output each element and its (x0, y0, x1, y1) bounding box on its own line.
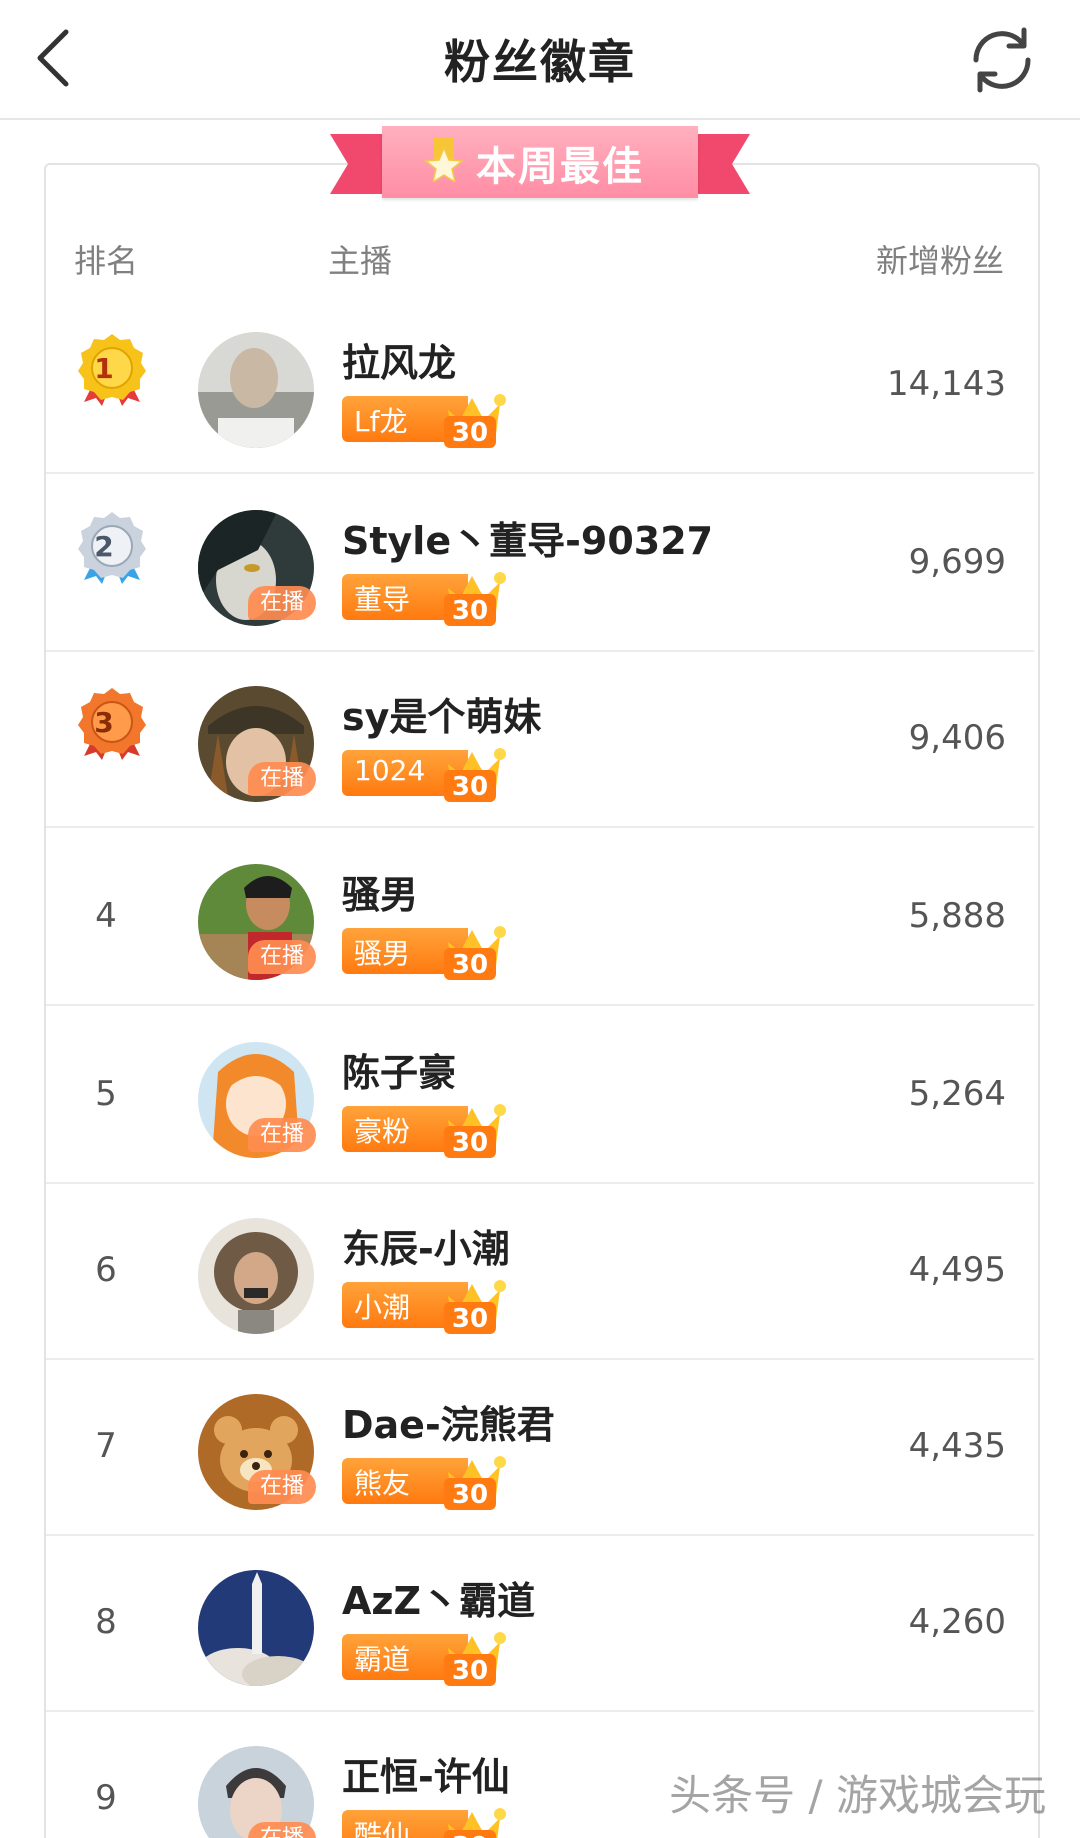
fan-badge-label: 豪粉 (354, 1115, 411, 1148)
level-number: 30 (452, 1304, 488, 1334)
live-tag: 在播 (248, 762, 316, 796)
fan-badge-label: 1024 (354, 754, 426, 787)
column-header-rank: 排名 (74, 242, 139, 280)
new-fans-count: 9,406 (908, 718, 1006, 758)
new-fans-count: 14,143 (887, 364, 1006, 404)
fan-badge-page: 粉丝徽章 本周最佳 排名 主播 新增粉丝 1 拉风龙 Lf龙 30 14,143… (0, 0, 1080, 1838)
new-fans-count: 9,699 (908, 542, 1006, 582)
avatar[interactable] (198, 1570, 314, 1686)
live-tag: 在播 (248, 1118, 316, 1152)
live-tag: 在播 (248, 586, 316, 620)
top-bar: 粉丝徽章 (0, 0, 1080, 120)
new-fans-count: 5,888 (908, 896, 1006, 936)
fan-badge: 熊友 30 (342, 1452, 512, 1510)
live-tag: 在播 (248, 940, 316, 974)
new-fans-count: 4,495 (908, 1250, 1006, 1290)
weekly-best-ribbon: 本周最佳 (330, 122, 750, 202)
fan-badge: 1024 30 (342, 744, 512, 802)
star-icon (424, 138, 464, 182)
ribbon-tail-right (698, 134, 750, 194)
ranking-row-7[interactable]: 7 在播 Dae-浣熊君 熊友 30 4,435 (46, 1358, 1034, 1536)
rank-number: 5 (95, 1074, 117, 1114)
fan-badge-label: 酷仙 (354, 1819, 411, 1838)
rank-number: 2 (94, 530, 114, 563)
fan-badge: Lf龙 30 (342, 390, 512, 448)
new-fans-count: 4,435 (908, 1426, 1006, 1466)
level-crown-icon: 30 (444, 1280, 506, 1334)
anchor-name: sy是个萌妹 (342, 695, 542, 739)
anchor-name: 拉风龙 (342, 341, 457, 385)
live-tag: 在播 (248, 1470, 316, 1504)
fan-badge: 小潮 30 (342, 1276, 512, 1334)
level-number: 30 (452, 1832, 488, 1838)
column-header-anchor: 主播 (328, 242, 393, 280)
anchor-name: 陈子豪 (342, 1051, 457, 1095)
rank-number: 8 (95, 1602, 117, 1642)
anchor-name: Dae-浣熊君 (342, 1403, 555, 1447)
ranking-row-8[interactable]: 8 AzZ丶霸道 霸道 30 4,260 (46, 1534, 1034, 1712)
fan-badge-label: 霸道 (354, 1643, 411, 1676)
avatar[interactable] (198, 332, 314, 448)
anchor-name: 正恒-许仙 (342, 1755, 510, 1799)
fan-badge-label: 骚男 (354, 937, 411, 970)
level-number: 30 (452, 1128, 488, 1158)
level-crown-icon: 30 (444, 1808, 506, 1838)
ribbon-tail-left (330, 134, 382, 194)
live-tag: 在播 (248, 1822, 316, 1838)
ranking-row-4[interactable]: 4 在播 骚男 骚男 30 5,888 (46, 828, 1034, 1006)
fan-badge: 骚男 30 (342, 922, 512, 980)
new-fans-count: 5,264 (908, 1074, 1006, 1114)
fan-badge-label: 熊友 (354, 1467, 411, 1500)
level-number: 30 (452, 596, 488, 626)
anchor-name: 骚男 (342, 873, 419, 917)
level-crown-icon: 30 (444, 748, 506, 802)
ranking-row-2[interactable]: 2 在播 Style丶董导-90327 董导 30 9,699 (46, 474, 1034, 652)
avatar[interactable] (198, 1218, 314, 1334)
level-crown-icon: 30 (444, 1456, 506, 1510)
level-number: 30 (452, 772, 488, 802)
rank-number: 3 (94, 706, 114, 739)
anchor-name: Style丶董导-90327 (342, 519, 714, 563)
rank-number: 4 (95, 896, 117, 936)
avatar-image (198, 332, 314, 448)
avatar-image (198, 1218, 314, 1334)
fan-badge-label: 小潮 (354, 1291, 411, 1324)
ribbon-label: 本周最佳 (476, 144, 644, 190)
rank-number: 9 (95, 1778, 117, 1818)
level-number: 30 (452, 1480, 488, 1510)
watermark-text: 头条号 / 游戏城会玩 (669, 1771, 1046, 1820)
level-number: 30 (452, 950, 488, 980)
page-title: 粉丝徽章 (444, 35, 636, 89)
ranking-row-3[interactable]: 3 在播 sy是个萌妹 1024 30 9,406 (46, 650, 1034, 828)
fan-badge: 酷仙 30 (342, 1804, 512, 1838)
level-number: 30 (452, 418, 488, 448)
rank-number: 6 (95, 1250, 117, 1290)
ranking-row-5[interactable]: 5 在播 陈子豪 豪粉 30 5,264 (46, 1006, 1034, 1184)
fan-badge: 董导 30 (342, 568, 512, 626)
anchor-name: 东辰-小潮 (342, 1227, 510, 1271)
avatar-image (198, 1570, 314, 1686)
level-crown-icon: 30 (444, 1632, 506, 1686)
ranking-row-6[interactable]: 6 东辰-小潮 小潮 30 4,495 (46, 1182, 1034, 1360)
column-header-new-fans: 新增粉丝 (875, 242, 1004, 280)
new-fans-count: 4,260 (908, 1602, 1006, 1642)
fan-badge: 豪粉 30 (342, 1100, 512, 1158)
rank-number: 7 (95, 1426, 117, 1466)
level-crown-icon: 30 (444, 572, 506, 626)
ranking-row-1[interactable]: 1 拉风龙 Lf龙 30 14,143 (46, 296, 1034, 474)
anchor-name: AzZ丶霸道 (342, 1579, 536, 1623)
level-crown-icon: 30 (444, 1104, 506, 1158)
refresh-button[interactable] (962, 20, 1042, 100)
fan-badge-label: 董导 (354, 583, 411, 616)
fan-badge-label: Lf龙 (354, 405, 408, 438)
level-crown-icon: 30 (444, 394, 506, 448)
level-number: 30 (452, 1656, 488, 1686)
level-crown-icon: 30 (444, 926, 506, 980)
rank-number: 1 (94, 352, 114, 385)
refresh-icon (973, 27, 1031, 93)
fan-badge: 霸道 30 (342, 1628, 512, 1686)
